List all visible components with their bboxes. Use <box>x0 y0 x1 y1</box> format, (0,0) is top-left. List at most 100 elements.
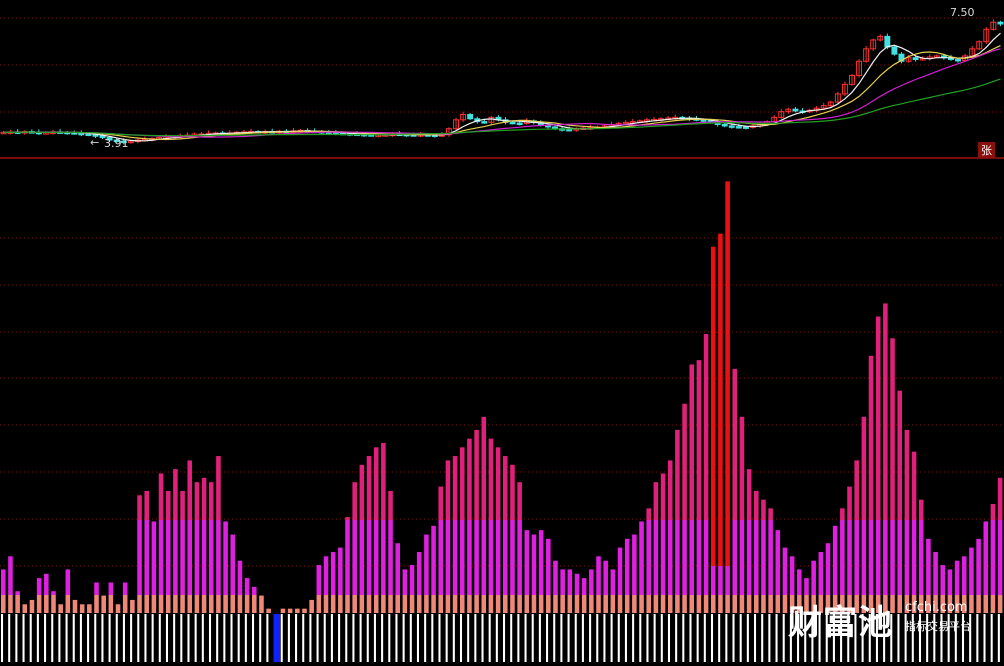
bar-top <box>682 403 687 520</box>
bar-base <box>531 595 537 613</box>
bar-mid <box>216 520 221 595</box>
bar-top <box>495 447 501 520</box>
bar-strip <box>359 614 362 662</box>
bar-base <box>15 595 20 613</box>
bar-base <box>990 595 996 613</box>
bar-mid <box>488 520 494 595</box>
bar-mid <box>804 578 809 595</box>
bar-base <box>287 608 293 613</box>
bar-base <box>416 595 422 613</box>
price-low-label: 3.91 <box>104 137 129 150</box>
bar-mid <box>918 520 924 595</box>
bar-strip <box>596 614 599 662</box>
bar-mid <box>682 520 687 595</box>
bar-base <box>732 595 738 613</box>
bar-base <box>330 595 336 613</box>
bar-strip <box>416 614 419 662</box>
bar-strip <box>445 614 448 662</box>
bar-base <box>603 595 608 613</box>
bar-base <box>775 595 781 613</box>
bar-top <box>366 456 372 520</box>
bar-top <box>739 416 745 520</box>
bar-mid <box>732 520 738 595</box>
candle-body <box>728 125 735 128</box>
bar-mid <box>330 551 336 595</box>
chart-stage: 7.50 3.91 ← 张 财富池 cfchi.com 指标交易平台 <box>0 0 1004 662</box>
bar-mid <box>36 578 42 595</box>
bar-base <box>359 595 365 613</box>
bar-top <box>481 416 487 520</box>
bar-base <box>653 595 659 613</box>
bar-mid <box>352 520 357 595</box>
bar-base <box>452 595 458 613</box>
bar-mid <box>230 534 236 595</box>
bar-top <box>187 460 193 520</box>
bar-base <box>108 595 114 613</box>
bar-top <box>359 464 365 520</box>
bar-base <box>29 599 35 613</box>
bar-base <box>36 595 42 613</box>
bar-strip <box>725 614 728 662</box>
bar-mid <box>660 520 666 595</box>
bar-base <box>624 595 630 613</box>
bar-mid <box>546 538 551 595</box>
bar-base <box>79 604 85 613</box>
bar-strip <box>431 614 434 662</box>
bar-base <box>481 595 487 613</box>
bar-strip <box>990 614 993 662</box>
bar-strip <box>302 614 305 662</box>
bar-base <box>589 595 594 613</box>
bar-base <box>675 595 680 613</box>
ma-line-40 <box>3 78 1001 137</box>
bar-strip <box>201 614 204 662</box>
bar-base <box>137 595 142 613</box>
bar-strip <box>653 614 656 662</box>
bar-mid <box>718 566 723 595</box>
bar-base <box>115 604 121 613</box>
bar-top <box>667 460 673 520</box>
chart-svg <box>0 17 1004 662</box>
bar-base <box>560 595 565 613</box>
bar-mid <box>689 520 695 595</box>
bar-strip <box>173 614 176 662</box>
bar-top <box>467 438 472 520</box>
bar-strip <box>122 614 125 662</box>
bar-strip <box>739 614 742 662</box>
bar-base <box>101 595 106 613</box>
bar-strip <box>51 614 54 662</box>
bar-mid <box>976 538 981 595</box>
bar-top <box>696 360 702 520</box>
bar-strip <box>997 614 1000 662</box>
bar-top <box>208 482 214 520</box>
bar-base <box>194 595 200 613</box>
moving-averages <box>3 32 1001 142</box>
bar-top <box>918 499 924 520</box>
bar-strip <box>624 614 627 662</box>
bar-base <box>474 595 479 613</box>
bar-strip <box>976 614 979 662</box>
bar-mid <box>610 569 616 595</box>
bar-mid <box>890 520 895 595</box>
bar-mid <box>703 520 709 595</box>
bar-strip <box>553 614 556 662</box>
bar-base <box>158 595 164 613</box>
bar-top <box>660 473 666 520</box>
bar-mid <box>94 582 99 595</box>
bar-base <box>438 595 444 613</box>
bar-mid <box>926 538 931 595</box>
bar-strip <box>581 614 584 662</box>
bar-base <box>761 595 766 613</box>
bar-strip <box>617 614 620 662</box>
bar-top <box>352 482 357 520</box>
bar-base <box>352 595 357 613</box>
bar-base <box>173 595 178 613</box>
bar-strip <box>682 614 685 662</box>
bar-strip <box>761 614 764 662</box>
bar-strip <box>345 614 348 662</box>
bar-mid <box>632 534 637 595</box>
bar-mid <box>639 521 644 595</box>
price-high-label: 7.50 <box>950 6 975 19</box>
bar-strip <box>424 614 427 662</box>
bar-strip <box>330 614 333 662</box>
bar-mid <box>840 520 845 595</box>
